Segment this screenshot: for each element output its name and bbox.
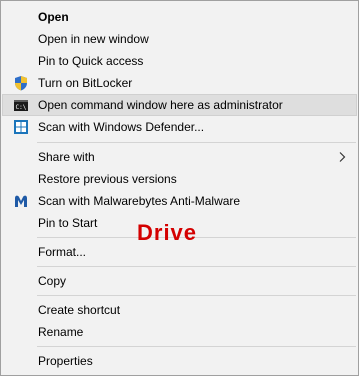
context-menu: Open Open in new window Pin to Quick acc… — [0, 0, 359, 376]
menu-item-label: Open — [38, 10, 69, 24]
menu-item-label: Restore previous versions — [38, 172, 177, 186]
menu-item-label: Pin to Quick access — [38, 54, 144, 68]
menu-item-label: Copy — [38, 274, 67, 288]
menu-item-label: Scan with Windows Defender... — [38, 120, 205, 134]
menu-item-label: Create shortcut — [38, 303, 121, 317]
menu-separator — [37, 266, 356, 267]
menu-item-scan-malwarebytes[interactable]: Scan with Malwarebytes Anti-Malware — [2, 190, 357, 212]
menu-item-label: Open command window here as administrato… — [38, 98, 283, 112]
drive-annotation: Drive — [137, 220, 198, 245]
menu-item-label: Open in new window — [38, 32, 149, 46]
menu-item-label: Pin to Start — [38, 216, 98, 230]
malwarebytes-icon — [15, 195, 27, 207]
command-prompt-icon: C:\ — [14, 100, 28, 111]
menu-item-properties[interactable]: Properties — [2, 350, 357, 372]
menu-item-scan-windows-defender[interactable]: Scan with Windows Defender... — [2, 116, 357, 138]
menu-item-open[interactable]: Open — [2, 6, 357, 28]
menu-separator — [37, 142, 356, 143]
menu-item-restore-previous-versions[interactable]: Restore previous versions — [2, 168, 357, 190]
windows-defender-icon — [14, 120, 28, 134]
svg-text:C:\: C:\ — [16, 104, 27, 111]
menu-item-create-shortcut[interactable]: Create shortcut — [2, 299, 357, 321]
menu-item-pin-to-quick-access[interactable]: Pin to Quick access — [2, 50, 357, 72]
menu-item-copy[interactable]: Copy — [2, 270, 357, 292]
menu-separator — [37, 295, 356, 296]
menu-item-label: Share with — [38, 150, 95, 164]
menu-item-label: Properties — [38, 354, 93, 368]
menu-item-label: Format... — [38, 245, 87, 259]
menu-item-rename[interactable]: Rename — [2, 321, 357, 343]
menu-item-open-command-window-admin[interactable]: C:\ Open command window here as administ… — [2, 94, 357, 116]
menu-separator — [37, 346, 356, 347]
menu-item-label: Rename — [38, 325, 84, 339]
uac-shield-icon — [15, 76, 27, 91]
menu-item-open-in-new-window[interactable]: Open in new window — [2, 28, 357, 50]
menu-item-share-with[interactable]: Share with — [2, 146, 357, 168]
menu-item-label: Scan with Malwarebytes Anti-Malware — [38, 194, 241, 208]
menu-item-label: Turn on BitLocker — [38, 76, 133, 90]
chevron-right-icon — [339, 152, 346, 162]
menu-item-turn-on-bitlocker[interactable]: Turn on BitLocker — [2, 72, 357, 94]
